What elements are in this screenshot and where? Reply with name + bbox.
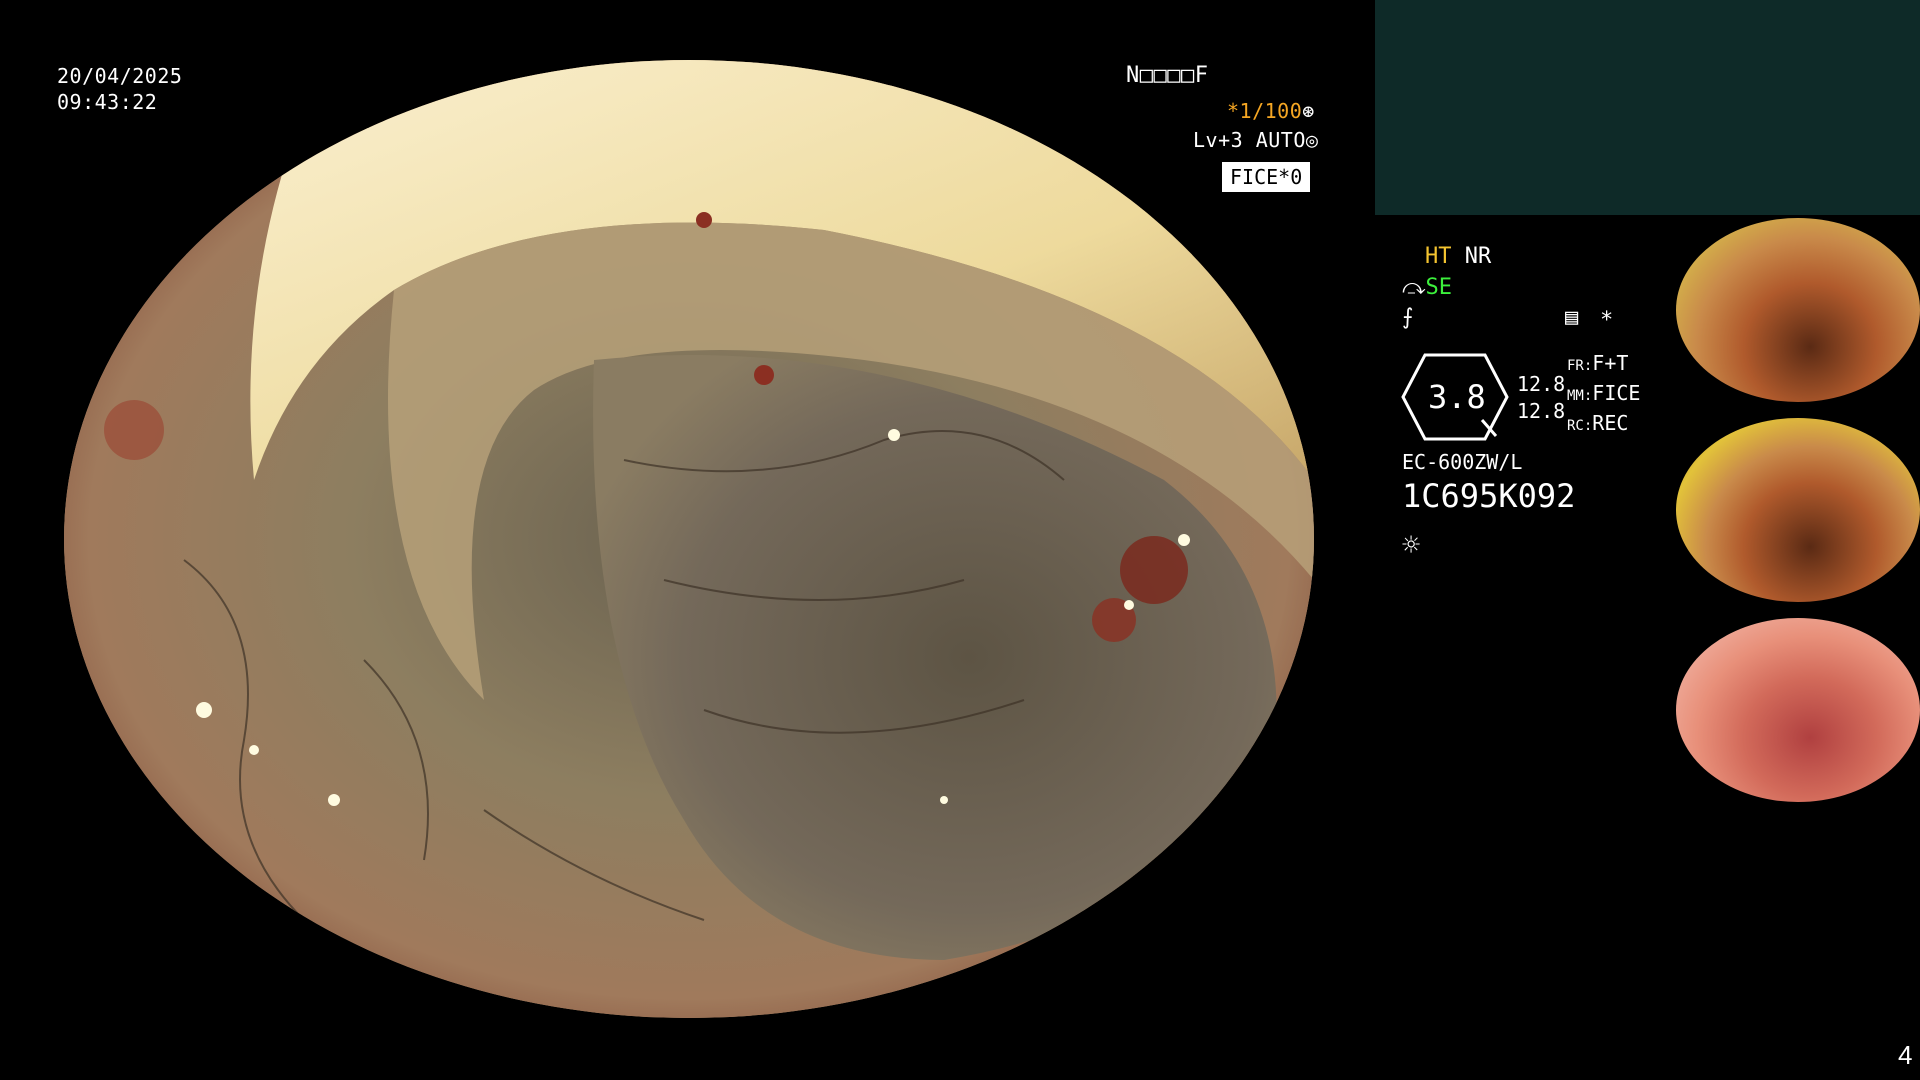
scope-tip-icon: ⤼ xyxy=(1402,275,1426,300)
mm-label: MM: xyxy=(1567,388,1593,404)
fice-badge: FICE*0 xyxy=(1222,162,1311,192)
setting-value-a: 12.8 xyxy=(1517,372,1566,396)
scope-serial: 1C695K092 xyxy=(1402,477,1576,515)
thumbnail-1[interactable] xyxy=(1670,216,1920,402)
rc-row: RC:REC xyxy=(1567,410,1640,440)
mode-settings: FR:F+T MM:FICE RC:REC xyxy=(1567,350,1640,440)
patient-code: N□□□□F xyxy=(1126,63,1209,88)
shutter-speed: *1/100⊛ xyxy=(1227,98,1315,124)
function-icon: ⨍ xyxy=(1402,305,1414,330)
nr-label: NR xyxy=(1464,244,1492,269)
thumbnail-3[interactable] xyxy=(1670,616,1920,802)
zoom-value: 3.8 xyxy=(1428,378,1486,416)
iris-icon: ◎ xyxy=(1305,128,1319,152)
info-panel-block xyxy=(1375,0,1920,215)
light-source-icon: ☼ xyxy=(1402,528,1421,563)
rc-value: REC xyxy=(1592,411,1629,435)
light-level-value: Lv+3 AUTO xyxy=(1193,128,1306,152)
fr-row: FR:F+T xyxy=(1567,350,1640,380)
mm-value: FICE xyxy=(1592,381,1641,405)
colon-lumen-image xyxy=(64,60,1314,1018)
mm-row: MM:FICE xyxy=(1567,380,1640,410)
thumbnail-3-image xyxy=(1676,618,1920,802)
ht-label: HT xyxy=(1425,244,1452,269)
hdr-indicators: HT NR xyxy=(1425,244,1491,269)
fr-value: F+T xyxy=(1592,351,1629,375)
se-indicator: ⤼SE xyxy=(1402,275,1452,300)
thumbnail-1-image xyxy=(1676,218,1920,402)
thumbnail-2[interactable] xyxy=(1670,416,1920,602)
fr-label: FR: xyxy=(1567,358,1593,374)
light-level: Lv+3 AUTO◎ xyxy=(1193,127,1318,153)
endoscope-live-view xyxy=(64,60,1314,1018)
setting-value-b: 12.8 xyxy=(1517,399,1566,423)
se-label: SE xyxy=(1425,275,1453,300)
thumbnail-2-image xyxy=(1676,418,1920,602)
scope-model: EC-600ZW/L xyxy=(1402,450,1523,474)
shutter-speed-value: *1/100 xyxy=(1227,99,1303,123)
time-display: 09:43:22 xyxy=(57,90,158,114)
shutter-icon: ⊛ xyxy=(1302,99,1315,123)
asterisk-mark: * xyxy=(1600,308,1614,333)
rc-label: RC: xyxy=(1567,418,1593,434)
date-display: 20/04/2025 xyxy=(57,64,183,88)
memory-icon: ▤ xyxy=(1565,305,1579,330)
page-number: 4 xyxy=(1898,1040,1913,1070)
